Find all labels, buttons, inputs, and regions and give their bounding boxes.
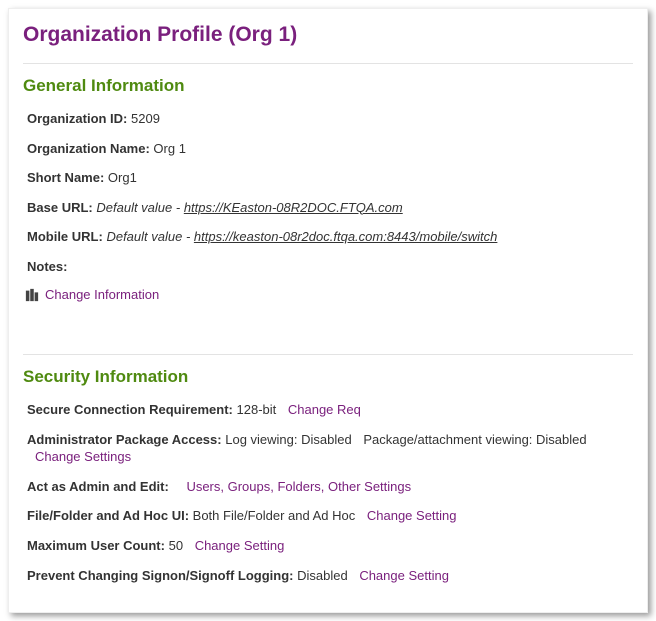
link-change-settings[interactable]: Change Settings (35, 449, 131, 464)
row-prevent-log: Prevent Changing Signon/Signoff Logging:… (27, 567, 633, 585)
row-max-user: Maximum User Count: 50 Change Setting (27, 537, 633, 555)
link-change-setting-ff[interactable]: Change Setting (367, 508, 457, 523)
divider-general (23, 63, 633, 64)
label-notes: Notes: (27, 259, 67, 274)
building-icon (25, 288, 39, 302)
row-mobile-url: Mobile URL: Default value - https://keas… (27, 228, 633, 246)
row-base-url: Base URL: Default value - https://KEasto… (27, 199, 633, 217)
value-ff-adhoc: Both File/Folder and Ad Hoc (193, 508, 356, 523)
value-short-name: Org1 (108, 170, 137, 185)
value-secure-conn: 128-bit (237, 402, 277, 417)
value-mobile-url-prefix: Default value - (106, 229, 193, 244)
label-max-user: Maximum User Count: (27, 538, 165, 553)
value-base-url-prefix: Default value - (96, 200, 183, 215)
section-heading-security: Security Information (23, 367, 633, 387)
row-short-name: Short Name: Org1 (27, 169, 633, 187)
label-org-name: Organization Name: (27, 141, 150, 156)
row-ff-adhoc: File/Folder and Ad Hoc UI: Both File/Fol… (27, 507, 633, 525)
label-prevent-log: Prevent Changing Signon/Signoff Logging: (27, 568, 293, 583)
page-title: Organization Profile (Org 1) (23, 23, 633, 47)
link-change-setting-max[interactable]: Change Setting (195, 538, 285, 553)
link-change-setting-log[interactable]: Change Setting (359, 568, 449, 583)
divider-security (23, 354, 633, 355)
row-change-info: Change Information (25, 287, 633, 302)
row-act-as-admin: Act as Admin and Edit: Users, Groups, Fo… (27, 478, 633, 496)
label-act-as-admin: Act as Admin and Edit: (27, 479, 169, 494)
link-base-url[interactable]: https://KEaston-08R2DOC.FTQA.com (184, 200, 403, 215)
label-ff-adhoc: File/Folder and Ad Hoc UI: (27, 508, 189, 523)
row-org-id: Organization ID: 5209 (27, 110, 633, 128)
value-admin-pkg-a: Log viewing: Disabled (225, 432, 351, 447)
label-org-id: Organization ID: (27, 111, 127, 126)
link-mobile-url[interactable]: https://keaston-08r2doc.ftqa.com:8443/mo… (194, 229, 498, 244)
value-prevent-log: Disabled (297, 568, 348, 583)
value-admin-pkg-b: Package/attachment viewing: Disabled (363, 432, 586, 447)
value-org-id: 5209 (131, 111, 160, 126)
row-notes: Notes: (27, 258, 633, 276)
row-admin-pkg: Administrator Package Access: Log viewin… (27, 431, 633, 466)
org-profile-card: Organization Profile (Org 1) General Inf… (8, 8, 648, 613)
value-org-name: Org 1 (153, 141, 186, 156)
label-base-url: Base URL: (27, 200, 93, 215)
label-admin-pkg: Administrator Package Access: (27, 432, 222, 447)
label-secure-conn: Secure Connection Requirement: (27, 402, 233, 417)
link-users-groups-folders-other[interactable]: Users, Groups, Folders, Other Settings (186, 479, 411, 494)
row-org-name: Organization Name: Org 1 (27, 140, 633, 158)
label-mobile-url: Mobile URL: (27, 229, 103, 244)
section-heading-general: General Information (23, 76, 633, 96)
link-change-req[interactable]: Change Req (288, 402, 361, 417)
value-max-user: 50 (169, 538, 183, 553)
label-short-name: Short Name: (27, 170, 104, 185)
row-secure-conn: Secure Connection Requirement: 128-bit C… (27, 401, 633, 419)
link-change-information[interactable]: Change Information (45, 287, 159, 302)
